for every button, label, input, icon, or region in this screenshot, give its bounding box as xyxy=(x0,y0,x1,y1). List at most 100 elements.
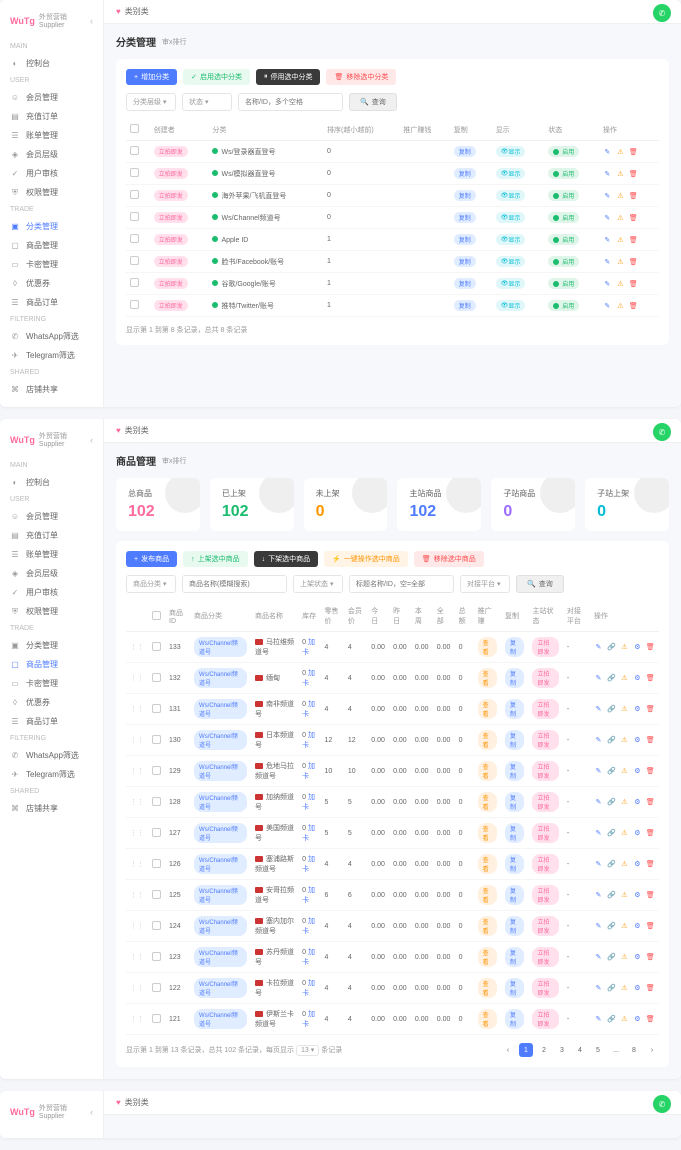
show-tag[interactable]: 👁 显示 xyxy=(496,234,526,245)
nav-reviews[interactable]: ✓用户审核 xyxy=(0,583,103,602)
warning-icon[interactable]: ⚠ xyxy=(620,860,629,869)
show-tag[interactable]: 👁 显示 xyxy=(496,256,526,267)
settings-icon[interactable]: ⚙ xyxy=(633,674,642,683)
drag-icon[interactable]: ⋮⋮ xyxy=(130,985,144,992)
unshelve-button[interactable]: ↓下架选中商品 xyxy=(254,551,319,567)
delete-icon[interactable]: 🗑 xyxy=(629,213,638,222)
nav-recharge[interactable]: ▤充值订单 xyxy=(0,107,103,126)
edit-icon[interactable]: ✎ xyxy=(603,235,612,244)
warning-icon[interactable]: ⚠ xyxy=(620,798,629,807)
warning-icon[interactable]: ⚠ xyxy=(616,169,625,178)
drag-icon[interactable]: ⋮⋮ xyxy=(130,768,144,775)
settings-icon[interactable]: ⚙ xyxy=(633,1015,642,1024)
settings-icon[interactable]: ⚙ xyxy=(633,891,642,900)
row-checkbox[interactable] xyxy=(152,766,161,775)
category-select[interactable]: 商品分类 ▾ xyxy=(126,575,176,593)
warning-icon[interactable]: ⚠ xyxy=(616,147,625,156)
nav-recharge[interactable]: ▤充值订单 xyxy=(0,526,103,545)
whatsapp-fab[interactable]: ✆ xyxy=(653,1095,671,1113)
drag-icon[interactable]: ⋮⋮ xyxy=(130,799,144,806)
nav-cardware[interactable]: ▭卡密管理 xyxy=(0,674,103,693)
delete-button[interactable]: 🗑移除选中分类 xyxy=(326,69,396,85)
delete-icon[interactable]: 🗑 xyxy=(646,860,655,869)
copy-button[interactable]: 复制 xyxy=(505,730,524,750)
delete-icon[interactable]: 🗑 xyxy=(646,736,655,745)
row-checkbox[interactable] xyxy=(152,642,161,651)
delete-icon[interactable]: 🗑 xyxy=(629,235,638,244)
row-checkbox[interactable] xyxy=(152,704,161,713)
page-3[interactable]: 3 xyxy=(555,1043,569,1057)
row-checkbox[interactable] xyxy=(152,1014,161,1023)
per-page-select[interactable]: 13 ▾ xyxy=(296,1045,319,1056)
page-1[interactable]: 1 xyxy=(519,1043,533,1057)
nav-balance[interactable]: ☰账单管理 xyxy=(0,545,103,564)
edit-icon[interactable]: ✎ xyxy=(603,213,612,222)
nav-orders[interactable]: ☰商品订单 xyxy=(0,293,103,312)
drag-icon[interactable]: ⋮⋮ xyxy=(130,830,144,837)
promo-button[interactable]: 查看 xyxy=(478,699,497,719)
row-checkbox[interactable] xyxy=(130,234,139,243)
status-tag[interactable]: 启用 xyxy=(548,190,579,201)
row-checkbox[interactable] xyxy=(152,797,161,806)
link-icon[interactable]: 🔗 xyxy=(607,953,616,962)
edit-icon[interactable]: ✎ xyxy=(594,643,603,652)
copy-button[interactable]: 复制 xyxy=(505,947,524,967)
nav-coupons[interactable]: ◊优惠券 xyxy=(0,693,103,712)
row-checkbox[interactable] xyxy=(130,256,139,265)
show-tag[interactable]: 👁 显示 xyxy=(496,212,526,223)
nav-levels[interactable]: ◈会员层级 xyxy=(0,564,103,583)
promo-button[interactable]: 查看 xyxy=(478,792,497,812)
delete-icon[interactable]: 🗑 xyxy=(629,191,638,200)
row-checkbox[interactable] xyxy=(130,278,139,287)
copy-button[interactable]: 复制 xyxy=(454,300,476,311)
delete-icon[interactable]: 🗑 xyxy=(646,984,655,993)
nav-whatsapp[interactable]: ✆WhatsApp筛选 xyxy=(0,327,103,346)
copy-button[interactable]: 复制 xyxy=(505,1009,524,1029)
promo-button[interactable]: 查看 xyxy=(478,885,497,905)
delete-icon[interactable]: 🗑 xyxy=(646,1015,655,1024)
show-tag[interactable]: 👁 显示 xyxy=(496,168,526,179)
settings-icon[interactable]: ⚙ xyxy=(633,643,642,652)
promo-button[interactable]: 查看 xyxy=(478,761,497,781)
drag-icon[interactable]: ⋮⋮ xyxy=(130,737,144,744)
product-name-input[interactable] xyxy=(182,575,287,593)
collapse-icon[interactable]: ‹ xyxy=(90,16,93,26)
edit-icon[interactable]: ✎ xyxy=(594,860,603,869)
link-icon[interactable]: 🔗 xyxy=(607,767,616,776)
nav-coupons[interactable]: ◊优惠券 xyxy=(0,274,103,293)
row-checkbox[interactable] xyxy=(130,212,139,221)
copy-button[interactable]: 复制 xyxy=(505,637,524,657)
copy-button[interactable]: 复制 xyxy=(505,668,524,688)
drag-icon[interactable]: ⋮⋮ xyxy=(130,675,144,682)
nav-shops[interactable]: ⌘店铺共享 xyxy=(0,380,103,399)
warning-icon[interactable]: ⚠ xyxy=(620,705,629,714)
link-icon[interactable]: 🔗 xyxy=(607,891,616,900)
nav-whatsapp[interactable]: ✆WhatsApp筛选 xyxy=(0,746,103,765)
nav-telegram[interactable]: ✈Telegram筛选 xyxy=(0,765,103,784)
delete-icon[interactable]: 🗑 xyxy=(646,891,655,900)
status-tag[interactable]: 启用 xyxy=(548,278,579,289)
edit-icon[interactable]: ✎ xyxy=(594,736,603,745)
shelve-button[interactable]: ↑上架选中商品 xyxy=(183,551,248,567)
delete-icon[interactable]: 🗑 xyxy=(646,767,655,776)
prev-page[interactable]: ‹ xyxy=(501,1043,515,1057)
warning-icon[interactable]: ⚠ xyxy=(616,213,625,222)
edit-icon[interactable]: ✎ xyxy=(594,953,603,962)
page-2[interactable]: 2 xyxy=(537,1043,551,1057)
warning-icon[interactable]: ⚠ xyxy=(620,674,629,683)
edit-icon[interactable]: ✎ xyxy=(603,147,612,156)
nav-roles[interactable]: ⛨权限管理 xyxy=(0,183,103,202)
nav-roles[interactable]: ⛨权限管理 xyxy=(0,602,103,621)
edit-icon[interactable]: ✎ xyxy=(594,674,603,683)
copy-button[interactable]: 复制 xyxy=(454,168,476,179)
nav-dashboard[interactable]: ◐控制台 xyxy=(0,473,103,492)
copy-button[interactable]: 复制 xyxy=(505,699,524,719)
warning-icon[interactable]: ⚠ xyxy=(620,922,629,931)
edit-icon[interactable]: ✎ xyxy=(594,1015,603,1024)
delete-icon[interactable]: 🗑 xyxy=(646,953,655,962)
drag-icon[interactable]: ⋮⋮ xyxy=(130,923,144,930)
edit-icon[interactable]: ✎ xyxy=(603,169,612,178)
nav-orders[interactable]: ☰商品订单 xyxy=(0,712,103,731)
warning-icon[interactable]: ⚠ xyxy=(620,1015,629,1024)
nav-products[interactable]: ▢商品管理 xyxy=(0,236,103,255)
